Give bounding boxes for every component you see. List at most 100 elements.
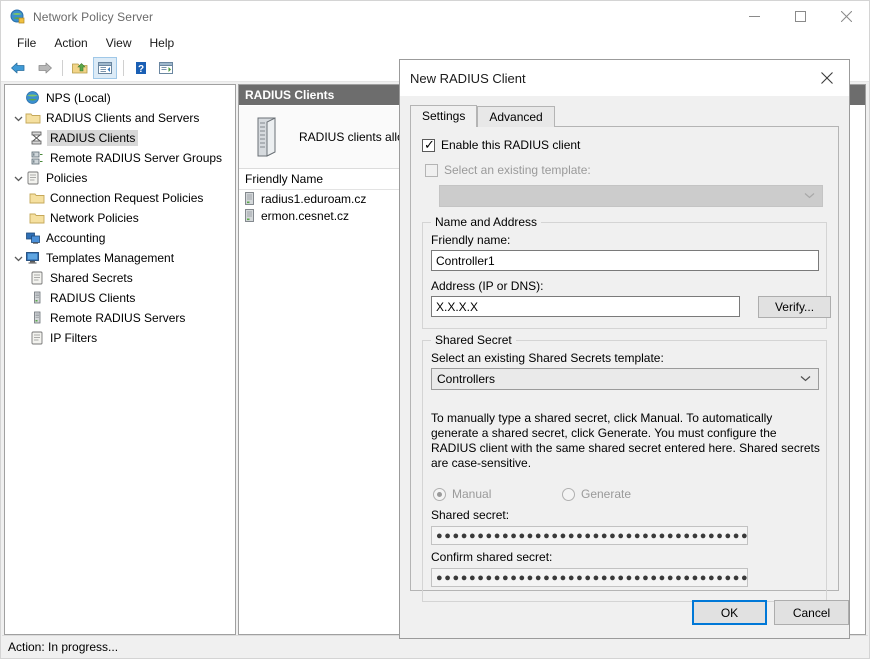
friendly-name-value: Controller1 xyxy=(436,253,495,268)
close-button[interactable] xyxy=(823,1,869,32)
menu-view[interactable]: View xyxy=(98,33,140,54)
up-folder-icon[interactable] xyxy=(68,57,92,79)
tree-item-label: IP Filters xyxy=(50,331,98,345)
tree-item-accounting[interactable]: Accounting xyxy=(5,228,235,248)
tree-item-network-policies[interactable]: Network Policies xyxy=(5,208,235,228)
list-item-label: radius1.eduroam.cz xyxy=(261,191,367,206)
tree-item-label: NPS (Local) xyxy=(46,91,111,105)
tab-settings[interactable]: Settings xyxy=(410,105,478,127)
shared-secret-value: ●●●●●●●●●●●●●●●●●●●●●●●●●●●●●●●●●●●●●●●●… xyxy=(436,529,747,542)
check-mark-icon: ✓ xyxy=(424,136,435,152)
menu-help[interactable]: Help xyxy=(142,33,183,54)
chevron-down-icon xyxy=(804,191,815,201)
existing-template-dropdown[interactable] xyxy=(439,185,823,207)
tree-item-radius-clients[interactable]: RADIUS Clients xyxy=(5,128,235,148)
toolbar-separator-2 xyxy=(123,60,124,76)
dialog-close-icon[interactable] xyxy=(805,60,849,95)
chevron-down-icon[interactable] xyxy=(11,170,25,186)
tree-item-connection-request-policies[interactable]: Connection Request Policies xyxy=(5,188,235,208)
checkbox-checked-icon: ✓ xyxy=(422,136,435,152)
radio-unselected-icon xyxy=(562,487,575,501)
accounting-monitor-icon xyxy=(25,230,41,246)
tree-item-templates-radius-clients[interactable]: RADIUS Clients xyxy=(5,288,235,308)
tree-item-ip-filters[interactable]: IP Filters xyxy=(5,328,235,348)
menu-action[interactable]: Action xyxy=(46,33,95,54)
back-icon[interactable] xyxy=(7,57,31,79)
server-group-icon xyxy=(29,150,45,166)
confirm-shared-secret-input[interactable]: ●●●●●●●●●●●●●●●●●●●●●●●●●●●●●●●●●●●●●●●●… xyxy=(431,568,748,587)
tree-item-remote-radius-server-groups[interactable]: Remote RADIUS Server Groups xyxy=(5,148,235,168)
tree-item-label: Templates Management xyxy=(46,251,175,265)
settings-tab-panel: ✓ Enable this RADIUS client Select an ex… xyxy=(410,126,839,602)
address-value: X.X.X.X xyxy=(436,299,479,314)
tab-advanced[interactable]: Advanced xyxy=(477,106,555,127)
shared-secret-label: Shared secret: xyxy=(431,508,510,522)
generate-radio-label: Generate xyxy=(581,487,632,501)
maximize-button[interactable] xyxy=(777,1,823,32)
templates-monitor-icon xyxy=(25,250,41,266)
chevron-down-icon[interactable] xyxy=(11,250,25,266)
list-item-label: ermon.cesnet.cz xyxy=(261,208,350,223)
confirm-shared-secret-label: Confirm shared secret: xyxy=(431,550,553,564)
toolbar-separator xyxy=(62,60,63,76)
tree-item-radius-clients-and-servers[interactable]: RADIUS Clients and Servers xyxy=(5,108,235,128)
generate-radio[interactable]: Generate xyxy=(562,487,631,501)
help-icon[interactable]: ? xyxy=(129,57,153,79)
menu-bar: File Action View Help xyxy=(1,32,869,55)
cancel-button[interactable]: Cancel xyxy=(774,600,849,625)
friendly-name-input[interactable]: Controller1 xyxy=(431,250,819,271)
ok-button[interactable]: OK xyxy=(692,600,767,625)
tree-item-label: Policies xyxy=(46,171,88,185)
folder-icon xyxy=(25,110,41,126)
select-existing-template-checkbox[interactable]: Select an existing template: xyxy=(425,163,591,177)
tree-item-label: Remote RADIUS Servers xyxy=(50,311,186,325)
minimize-button[interactable] xyxy=(731,1,777,32)
server-small-icon xyxy=(29,310,45,326)
shared-secret-help-text: To manually type a shared secret, click … xyxy=(431,411,820,470)
name-and-address-legend: Name and Address xyxy=(431,215,542,229)
folder-icon xyxy=(29,190,45,206)
shared-secret-legend: Shared Secret xyxy=(431,333,516,347)
shared-secrets-template-label: Select an existing Shared Secrets templa… xyxy=(431,351,664,365)
tree-item-label: Connection Request Policies xyxy=(50,191,204,205)
show-hide-action-pane-icon[interactable] xyxy=(154,57,178,79)
radio-dot-icon xyxy=(437,491,442,497)
show-hide-console-tree-icon[interactable] xyxy=(93,57,117,79)
manual-radio[interactable]: Manual xyxy=(433,487,491,501)
dialog-tabstrip: Settings Advanced xyxy=(410,105,555,127)
shared-secrets-template-dropdown[interactable]: Controllers xyxy=(431,368,819,390)
shared-secrets-template-value: Controllers xyxy=(437,372,496,386)
console-tree-pane[interactable]: NPS (Local) RADIUS Clients and Servers R… xyxy=(4,84,236,635)
chevron-down-icon[interactable] xyxy=(11,110,25,126)
tree-item-nps-local[interactable]: NPS (Local) xyxy=(5,88,235,108)
tree-item-shared-secrets[interactable]: Shared Secrets xyxy=(5,268,235,288)
window-title: Network Policy Server xyxy=(33,9,154,24)
tree-item-label: Accounting xyxy=(46,231,106,245)
tree-item-label: RADIUS Clients and Servers xyxy=(46,111,200,125)
address-input[interactable]: X.X.X.X xyxy=(431,296,740,317)
policy-scroll-icon xyxy=(29,330,45,346)
confirm-shared-secret-value: ●●●●●●●●●●●●●●●●●●●●●●●●●●●●●●●●●●●●●●●●… xyxy=(436,571,747,584)
tree-item-remote-radius-servers[interactable]: Remote RADIUS Servers xyxy=(5,308,235,328)
chevron-down-icon xyxy=(800,374,811,384)
forward-icon[interactable] xyxy=(32,57,56,79)
friendly-name-label: Friendly name: xyxy=(431,233,511,247)
dialog-titlebar: New RADIUS Client xyxy=(400,60,849,96)
dialog-body: Settings Advanced ✓ Enable this RADIUS c… xyxy=(400,96,849,638)
policy-scroll-icon xyxy=(25,170,41,186)
svg-text:?: ? xyxy=(138,64,144,75)
address-label: Address (IP or DNS): xyxy=(431,279,544,293)
shared-secret-input[interactable]: ●●●●●●●●●●●●●●●●●●●●●●●●●●●●●●●●●●●●●●●●… xyxy=(431,526,748,545)
tree-item-policies[interactable]: Policies xyxy=(5,168,235,188)
status-text: Action: In progress... xyxy=(8,639,119,654)
server-small-icon xyxy=(245,192,254,205)
menu-file[interactable]: File xyxy=(9,33,44,54)
verify-button[interactable]: Verify... xyxy=(758,296,831,318)
new-radius-client-dialog: New RADIUS Client Settings Advanced ✓ En… xyxy=(399,59,850,639)
name-and-address-groupbox: Name and Address Friendly name: Controll… xyxy=(422,215,831,329)
manual-radio-label: Manual xyxy=(452,487,492,501)
tree-item-templates-management[interactable]: Templates Management xyxy=(5,248,235,268)
folder-icon xyxy=(29,210,45,226)
tree-item-label: Shared Secrets xyxy=(50,271,133,285)
enable-radius-client-checkbox[interactable]: ✓ Enable this RADIUS client xyxy=(422,138,580,152)
